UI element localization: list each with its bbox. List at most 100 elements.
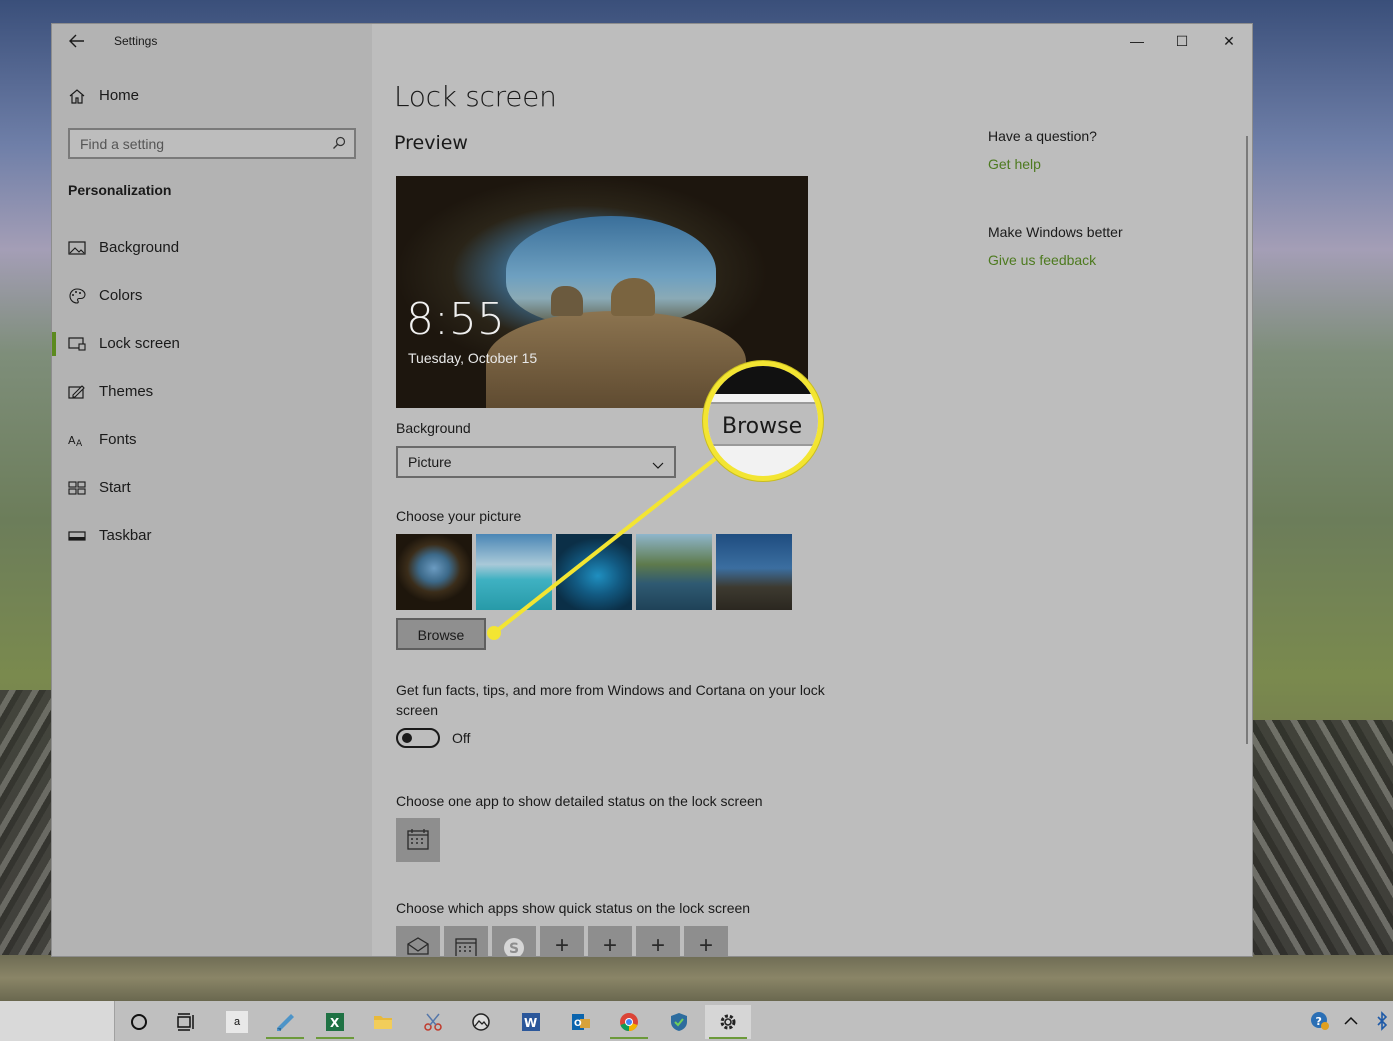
quick-status-add-button[interactable]: + <box>588 926 632 956</box>
taskbar-word[interactable]: W <box>508 1005 554 1039</box>
palette-icon <box>68 288 86 304</box>
detailed-status-app-button[interactable] <box>396 818 440 862</box>
sidebar-item-fonts[interactable]: AA Fonts <box>52 420 372 460</box>
picture-thumbnail[interactable] <box>716 534 792 610</box>
sidebar-item-background[interactable]: Background <box>52 228 372 268</box>
detailed-status-label: Choose one app to show detailed status o… <box>396 793 763 809</box>
running-indicator <box>316 1037 354 1039</box>
outlook-icon: O <box>570 1011 592 1033</box>
search-icon[interactable] <box>332 136 346 150</box>
plus-icon: + <box>698 932 713 956</box>
svg-text:X: X <box>330 1016 340 1030</box>
help-tray-icon[interactable]: ? <box>1310 1011 1330 1031</box>
quick-status-skype-button[interactable]: S <box>492 926 536 956</box>
taskbar-search-box[interactable] <box>0 1001 115 1041</box>
picture-thumbnail[interactable] <box>476 534 552 610</box>
sidebar-item-colors[interactable]: Colors <box>52 276 372 316</box>
picture-thumbnail[interactable] <box>636 534 712 610</box>
taskbar-file-explorer[interactable] <box>360 1005 406 1039</box>
background-dropdown[interactable]: Picture <box>396 446 676 478</box>
maximize-button[interactable]: ☐ <box>1171 30 1193 52</box>
page-title: Lock screen <box>394 80 557 113</box>
sidebar-item-themes[interactable]: Themes <box>52 372 372 412</box>
taskbar-icon <box>68 528 86 544</box>
task-view-button[interactable] <box>163 1005 209 1039</box>
taskbar-chrome[interactable] <box>606 1005 652 1039</box>
desktop-wallpaper-path <box>0 955 1393 1001</box>
active-indicator <box>52 332 56 356</box>
search-placeholder: Find a setting <box>80 136 165 152</box>
taskbar-outlook[interactable]: O <box>558 1005 604 1039</box>
desktop-wallpaper-wall-left <box>0 690 52 970</box>
sidebar-item-label: Home <box>99 87 140 104</box>
preview-time: 8:55 <box>406 294 505 345</box>
get-help-link[interactable]: Get help <box>988 156 1041 172</box>
taskbar-snipping-tool[interactable] <box>410 1005 456 1039</box>
question-title: Have a question? <box>988 128 1097 144</box>
plus-icon: + <box>602 932 617 956</box>
shield-icon <box>668 1011 690 1033</box>
word-icon: W <box>520 1011 542 1033</box>
bluetooth-icon[interactable] <box>1372 1011 1392 1031</box>
lock-screen-icon <box>68 336 86 352</box>
browse-button[interactable]: Browse <box>396 618 486 650</box>
show-hidden-icons-chevron-icon[interactable] <box>1341 1011 1361 1031</box>
calendar-icon <box>455 938 477 956</box>
taskbar-settings[interactable] <box>705 1005 751 1039</box>
amazon-icon: a <box>226 1011 248 1033</box>
task-view-icon <box>175 1011 197 1033</box>
give-feedback-link[interactable]: Give us feedback <box>988 252 1096 268</box>
sidebar-item-lock-screen[interactable]: Lock screen <box>52 324 372 364</box>
background-label: Background <box>396 420 471 436</box>
picture-thumbnail[interactable] <box>556 534 632 610</box>
taskbar-notes[interactable] <box>262 1005 308 1039</box>
back-arrow-icon[interactable] <box>68 32 86 50</box>
quick-status-add-button[interactable]: + <box>540 926 584 956</box>
sidebar-item-home[interactable]: Home <box>52 76 372 116</box>
settings-window: Settings Home Find a setting Personaliza… <box>52 24 1252 956</box>
browse-button-label: Browse <box>417 627 465 643</box>
themes-icon <box>68 384 86 400</box>
sidebar-item-label: Fonts <box>99 431 137 448</box>
minimize-button[interactable]: — <box>1126 30 1148 52</box>
picture-thumbnail[interactable] <box>396 534 472 610</box>
search-input[interactable]: Find a setting <box>68 128 356 159</box>
quick-status-mail-button[interactable] <box>396 926 440 956</box>
chrome-icon <box>618 1011 640 1033</box>
desktop-wallpaper-wall-right <box>1252 720 1393 980</box>
preview-date: Tuesday, October 15 <box>408 350 538 366</box>
main-content: — ☐ ✕ Lock screen Preview 8:55 Tuesday, … <box>372 24 1252 956</box>
close-button[interactable]: ✕ <box>1218 30 1240 52</box>
sidebar-item-start[interactable]: Start <box>52 468 372 508</box>
running-indicator <box>610 1037 648 1039</box>
sidebar-item-label: Colors <box>99 287 143 304</box>
gear-icon <box>717 1011 739 1033</box>
taskbar-excel[interactable]: X <box>312 1005 358 1039</box>
fun-facts-toggle[interactable] <box>396 728 440 748</box>
quick-status-calendar-button[interactable] <box>444 926 488 956</box>
toggle-state: Off <box>452 730 471 746</box>
scissors-icon <box>422 1011 444 1033</box>
svg-text:?: ? <box>1316 1015 1322 1028</box>
folder-icon <box>372 1011 394 1033</box>
sidebar-item-label: Themes <box>99 383 154 400</box>
taskbar-amazon[interactable]: a <box>214 1005 260 1039</box>
section-title: Personalization <box>68 182 172 198</box>
taskbar-photos[interactable] <box>458 1005 504 1039</box>
quick-status-add-button[interactable]: + <box>684 926 728 956</box>
taskbar-security[interactable] <box>656 1005 702 1039</box>
scrollbar[interactable] <box>1246 136 1248 744</box>
cortana-icon <box>128 1011 150 1033</box>
sidebar-item-taskbar[interactable]: Taskbar <box>52 516 372 556</box>
skype-icon: S <box>504 938 524 956</box>
callout-browse-button: Browse <box>708 402 818 446</box>
running-indicator <box>709 1037 747 1039</box>
plus-icon: + <box>650 932 665 956</box>
fonts-icon: AA <box>68 432 86 449</box>
quick-status-add-button[interactable]: + <box>636 926 680 956</box>
start-icon <box>68 480 86 496</box>
toggle-knob <box>402 733 412 743</box>
svg-text:A: A <box>68 434 76 447</box>
sidebar: Settings Home Find a setting Personaliza… <box>52 24 372 956</box>
cortana-button[interactable] <box>116 1005 162 1039</box>
